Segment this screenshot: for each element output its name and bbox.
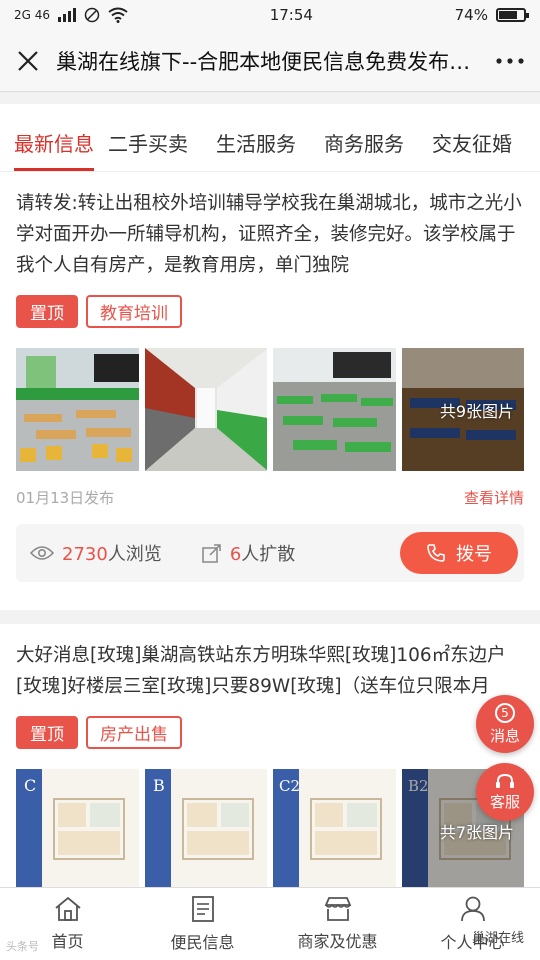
spacer — [0, 610, 540, 624]
post-image[interactable]: 共9张图片 — [401, 348, 524, 471]
nav-merchants-label: 商家及优惠 — [297, 932, 378, 951]
floorplan-label: C — [24, 776, 36, 795]
shares-label: 人扩散 — [241, 544, 296, 565]
spacer — [0, 92, 540, 104]
nav-info[interactable]: 便民信息 — [135, 888, 270, 960]
floorplan-image: C2 — [273, 769, 396, 887]
floorplan-image: B — [144, 769, 267, 887]
dial-button[interactable]: 拨号 — [400, 532, 518, 574]
post-image[interactable] — [273, 348, 396, 471]
post-text[interactable]: 请转发:转让出租校外培训辅导学校我在巢湖城北，城市之光小学对面开办一所辅导机构，… — [16, 188, 524, 281]
floorplan-image: C — [16, 769, 139, 887]
page-title: 巢湖在线旗下--合肥本地便民信息免费发布平台 — [56, 49, 480, 74]
post-text[interactable]: 大好消息[玫瑰]巢湖高铁站东方明珠华熙[玫瑰]106㎡东边户[玫瑰]好楼层三室[… — [16, 640, 524, 702]
messages-label: 消息 — [489, 726, 520, 745]
post-stats: 2730人浏览 6人扩散 拨号 — [16, 524, 524, 582]
image-count: 共9张图片 — [439, 401, 514, 421]
status-right: 74% — [454, 6, 529, 24]
category-tag[interactable]: 房产出售 — [86, 716, 182, 749]
classroom-photo — [16, 348, 139, 471]
list-icon — [191, 896, 214, 922]
shares-stat[interactable]: 6人扩散 — [202, 540, 295, 566]
title-bar: 巢湖在线旗下--合肥本地便民信息免费发布平台 — [0, 30, 540, 92]
corridor-photo — [144, 348, 267, 471]
nav-profile[interactable]: 个人中心 — [405, 888, 540, 960]
battery-icon — [495, 8, 529, 22]
post-images: 共9张图片 — [16, 348, 524, 471]
tab-dating[interactable]: 交友征婚 — [432, 128, 512, 171]
store-icon — [324, 897, 351, 921]
more-button[interactable] — [480, 30, 540, 92]
clock: 17:54 — [269, 6, 313, 24]
status-bar: 2G 46 17:54 74% — [0, 0, 540, 30]
post-meta: 01月13日发布 查看详情 — [16, 487, 524, 508]
views-stat: 2730人浏览 — [30, 540, 162, 566]
category-tabs: 最新信息 二手买卖 生活服务 商务服务 交友征婚 — [0, 104, 540, 172]
tab-business-services[interactable]: 商务服务 — [324, 128, 404, 171]
post-tags: 置顶 房产出售 — [16, 716, 524, 749]
messages-button[interactable]: 5 消息 — [476, 695, 534, 753]
tab-secondhand[interactable]: 二手买卖 — [108, 128, 188, 171]
tab-latest[interactable]: 最新信息 — [14, 128, 94, 171]
image-count: 共7张图片 — [439, 822, 514, 842]
views-count: 2730 — [62, 544, 108, 565]
customer-service-button[interactable]: 客服 — [476, 763, 534, 821]
home-icon — [54, 896, 81, 921]
post-image[interactable] — [144, 348, 267, 471]
pinned-tag: 置顶 — [16, 716, 78, 749]
battery-fill — [498, 11, 517, 19]
post-image[interactable]: C — [16, 769, 139, 887]
shares-count: 6 — [229, 544, 242, 565]
dnd-icon — [84, 7, 100, 23]
post-image[interactable]: B — [144, 769, 267, 887]
views-label: 人浏览 — [107, 544, 162, 565]
status-left: 2G 46 — [14, 7, 128, 23]
close-button[interactable] — [0, 30, 56, 92]
post-image[interactable] — [16, 348, 139, 471]
signal-icon — [58, 8, 77, 22]
battery-percent: 74% — [454, 6, 488, 24]
more-icon — [496, 57, 524, 64]
wifi-icon — [108, 7, 128, 23]
customer-service-label: 客服 — [489, 792, 520, 811]
message-count-badge: 5 — [495, 702, 515, 723]
bottom-nav: 首页 便民信息 商家及优惠 个人中心 — [0, 887, 540, 960]
dial-label: 拨号 — [456, 544, 492, 565]
floorplan-label: C2 — [279, 777, 300, 795]
floorplan-label: B — [153, 776, 165, 795]
post-card[interactable]: 请转发:转让出租校外培训辅导学校我在巢湖城北，城市之光小学对面开办一所辅导机构，… — [0, 172, 540, 610]
nav-merchants[interactable]: 商家及优惠 — [270, 888, 405, 960]
spacer — [16, 582, 524, 610]
post-card[interactable]: 大好消息[玫瑰]巢湖高铁站东方明珠华熙[玫瑰]106㎡东边户[玫瑰]好楼层三室[… — [0, 624, 540, 887]
phone-icon — [427, 544, 445, 562]
category-tag[interactable]: 教育培训 — [86, 295, 182, 328]
nav-home-label: 首页 — [51, 932, 84, 951]
watermark: 巢湖在线 — [471, 931, 524, 946]
classroom-photo — [273, 348, 396, 471]
share-icon — [202, 544, 221, 563]
pinned-tag: 置顶 — [16, 295, 78, 328]
user-icon — [460, 896, 485, 922]
post-images: C B C2 共7张图片 — [16, 769, 524, 887]
watermark-left: 头条号 — [6, 940, 39, 953]
view-details-link[interactable]: 查看详情 — [464, 487, 524, 508]
headset-icon — [496, 773, 514, 788]
eye-icon — [30, 546, 54, 560]
post-tags: 置顶 教育培训 — [16, 295, 524, 328]
content-area: 最新信息 二手买卖 生活服务 商务服务 交友征婚 请转发:转让出租校外培训辅导学… — [0, 92, 540, 887]
post-date: 01月13日发布 — [16, 489, 115, 507]
tab-life-services[interactable]: 生活服务 — [216, 128, 296, 171]
nav-info-label: 便民信息 — [170, 933, 235, 952]
signal-indicator: 2G 46 — [14, 8, 51, 22]
close-icon — [18, 50, 38, 71]
post-image[interactable]: C2 — [273, 769, 396, 887]
